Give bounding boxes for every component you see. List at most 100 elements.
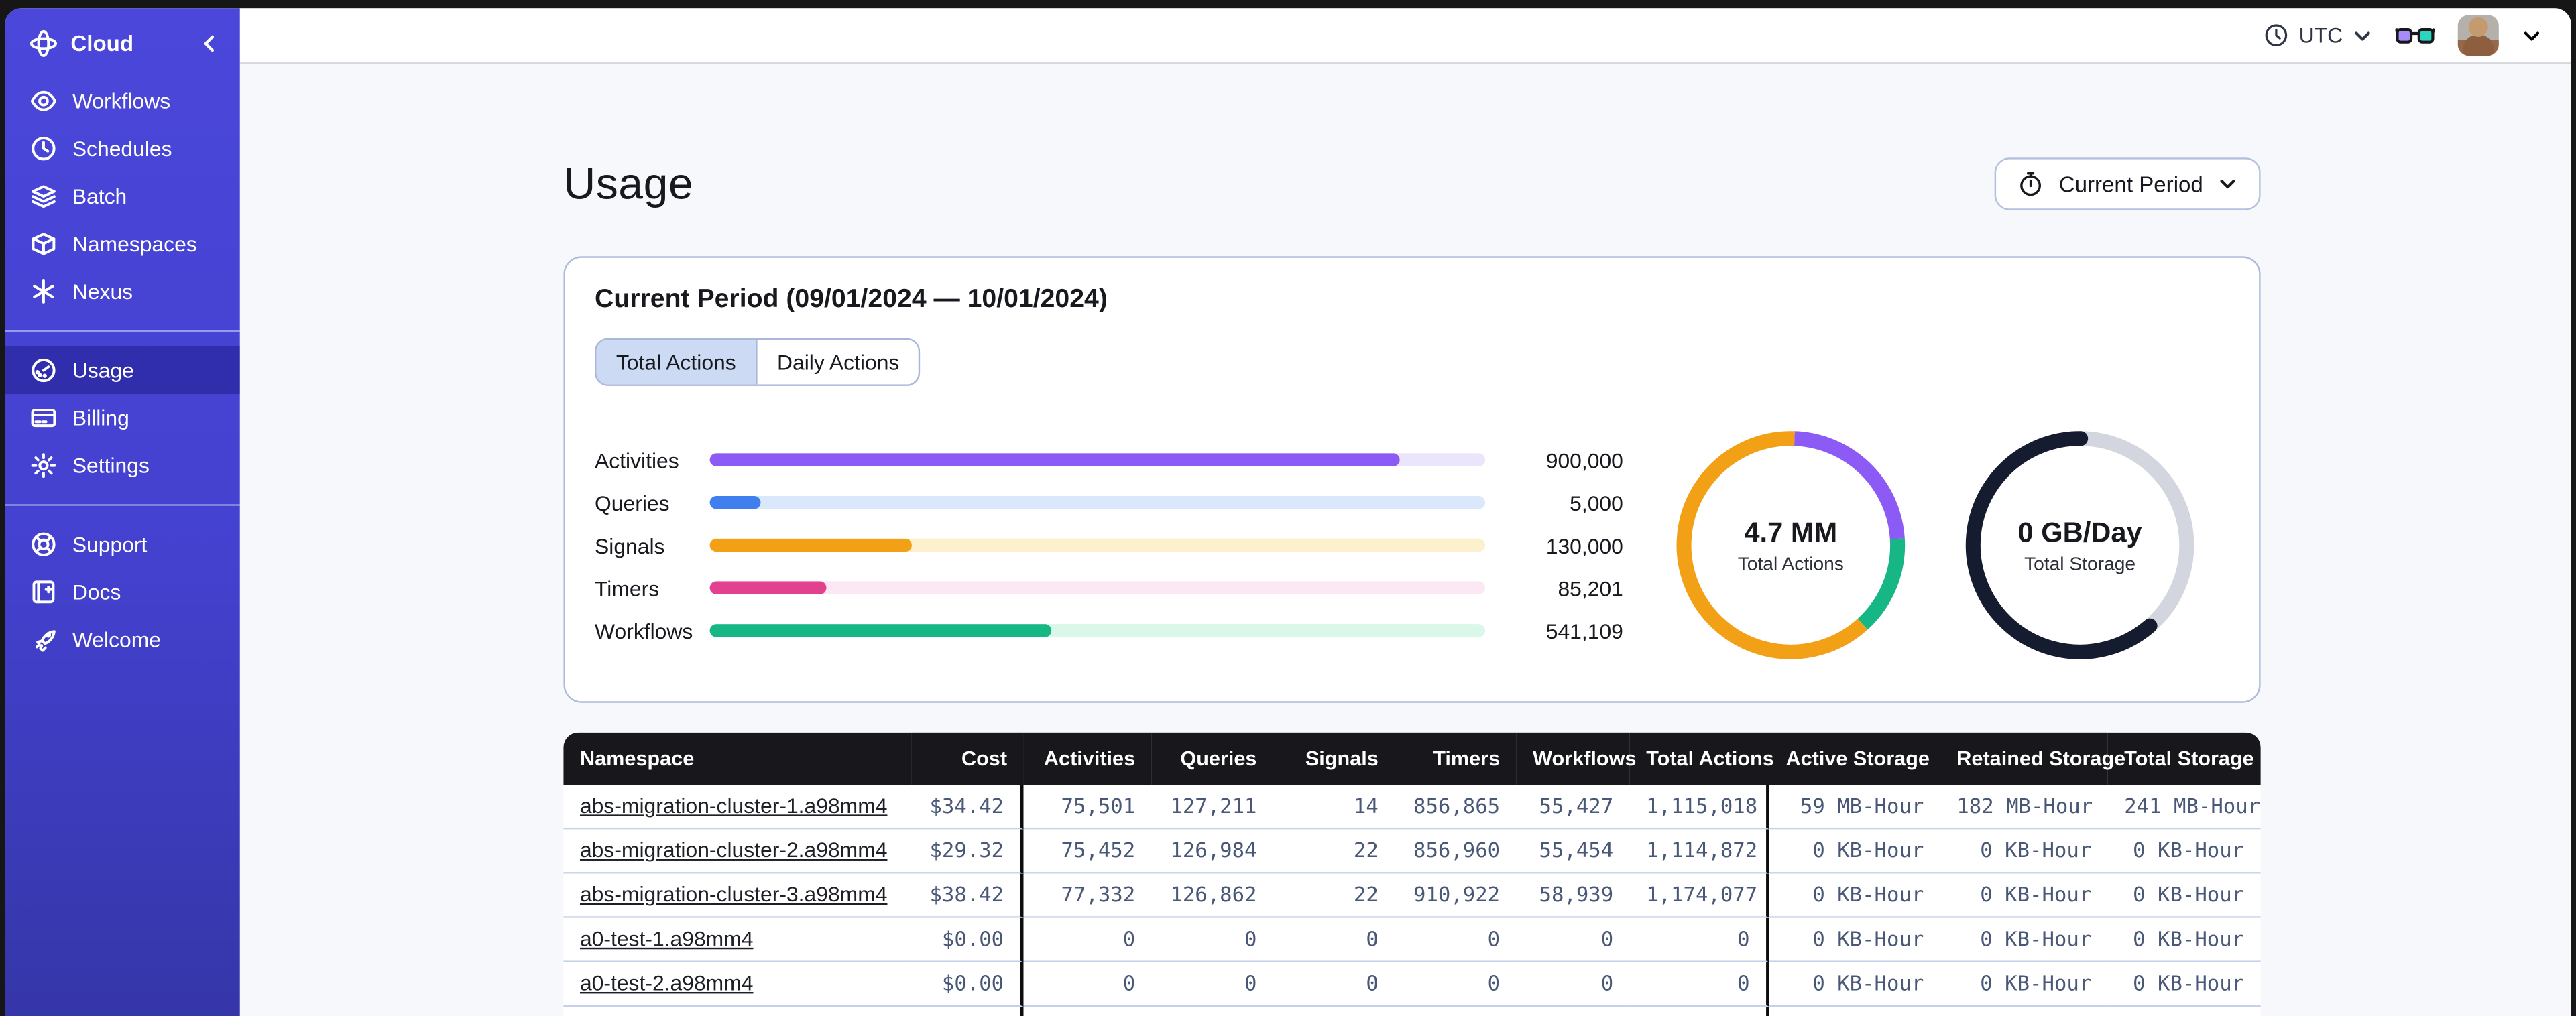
chevron-down-icon: [2353, 25, 2372, 45]
cell-cost: $0.00: [911, 917, 1024, 962]
column-header-activities: Activities: [1023, 732, 1152, 785]
sidebar-item-usage[interactable]: Usage: [5, 346, 240, 395]
avatar[interactable]: [2457, 15, 2499, 56]
sidebar-item-batch[interactable]: Batch: [5, 172, 239, 220]
rocket-icon: [30, 626, 58, 654]
bar-row-signals: Signals 130,000: [595, 524, 1623, 567]
cell-active-storage: 59 MB-Hour: [1769, 785, 1940, 830]
sidebar-divider: [5, 504, 240, 506]
table-row: bk-worker-test.a98mm4$0.000000110 KB-Hou…: [563, 1007, 2261, 1016]
gear-icon: [30, 452, 58, 480]
cell-active-storage: 0 KB-Hour: [1769, 829, 1940, 874]
total-actions-donut: 4.7 MM Total Actions: [1667, 422, 1914, 669]
cell-queries: 126,984: [1151, 829, 1273, 874]
sidebar-item-label: Usage: [72, 358, 134, 383]
bar-label: Signals: [595, 533, 665, 558]
cell-retained-storage: 0 KB-Hour: [1940, 962, 2108, 1007]
cell-signals: 22: [1273, 829, 1395, 874]
cell-workflows: 1: [1516, 1007, 1630, 1016]
bar-row-workflows: Workflows 541,109: [595, 609, 1623, 652]
sidebar: Cloud Workflows Schedules Batch Namespaces N…: [5, 8, 240, 1016]
stopwatch-icon: [2017, 171, 2044, 197]
sidebar-item-workflows[interactable]: Workflows: [5, 77, 239, 125]
bar-value: 130,000: [1545, 533, 1623, 558]
sidebar-brand: Cloud: [5, 8, 239, 67]
bar-row-activities: Activities 900,000: [595, 438, 1623, 481]
sidebar-collapse-button[interactable]: [196, 29, 224, 58]
feedback-glasses-button[interactable]: [2395, 23, 2435, 48]
cell-queries: 0: [1151, 962, 1273, 1007]
sidebar-item-welcome[interactable]: Welcome: [5, 616, 239, 663]
cell-retained-storage: 0 KB-Hour: [1940, 829, 2108, 874]
cell-activities: 77,332: [1023, 873, 1152, 918]
bar-track: [709, 495, 1486, 509]
cell-workflows: 58,939: [1516, 873, 1630, 918]
app-window: Cloud Workflows Schedules Batch Namespaces N…: [5, 8, 2571, 1016]
column-header-workflows: Workflows: [1516, 732, 1636, 785]
account-menu-chevron[interactable]: [2522, 25, 2541, 45]
namespace-link[interactable]: abs-migration-cluster-2.a98mm4: [580, 838, 888, 863]
table-row: abs-migration-cluster-3.a98mm4 $38.42 77,3…: [563, 873, 2261, 918]
namespace-link[interactable]: a0-test-2.a98mm4: [580, 970, 754, 995]
cell-timers: 0: [1395, 917, 1517, 962]
cell-cost: $34.42: [911, 785, 1024, 830]
period-dropdown-button[interactable]: Current Period: [1995, 157, 2261, 210]
column-header-total-storage: Total Storage: [2107, 732, 2261, 785]
actions-bar-chart: Activities 900,000 Queries 5,000 Signals 130,…: [595, 438, 1623, 652]
bar-fill: [709, 624, 1051, 637]
cell-activities: 0: [1023, 917, 1152, 962]
namespace-link[interactable]: abs-migration-cluster-1.a98mm4: [580, 793, 888, 818]
brand-label: Cloud: [70, 31, 134, 56]
tab-daily-actions[interactable]: Daily Actions: [756, 340, 919, 385]
current-period-card: Current Period (09/01/2024 — 10/01/2024)…: [563, 256, 2261, 703]
namespace-link[interactable]: a0-test-1.a98mm4: [580, 926, 754, 951]
cell-active-storage: 0 KB-Hour: [1769, 873, 1940, 918]
sidebar-item-billing[interactable]: Billing: [5, 394, 239, 442]
namespace-usage-table: Namespace Cost Activities Queries Signals Tim…: [563, 732, 2261, 1016]
cell-total-actions: 1,115,018: [1629, 785, 1769, 830]
timezone-selector[interactable]: UTC: [2264, 23, 2372, 48]
bar-track: [709, 453, 1486, 466]
cell-queries: 127,211: [1151, 785, 1273, 830]
sidebar-item-label: Workflows: [72, 88, 171, 114]
cell-timers: 0: [1395, 962, 1517, 1007]
sidebar-item-namespaces[interactable]: Namespaces: [5, 220, 239, 267]
column-header-total-actions: Total Actions: [1629, 732, 1774, 785]
bar-track: [709, 538, 1486, 552]
donut-center-value: 4.7 MM: [1744, 516, 1838, 548]
sidebar-nav: Workflows Schedules Batch Namespaces Nexus Us…: [5, 67, 240, 663]
life-buoy-icon: [30, 530, 58, 558]
namespace-link[interactable]: abs-migration-cluster-3.a98mm4: [580, 882, 888, 907]
layers-icon: [30, 182, 58, 210]
sidebar-item-schedules[interactable]: Schedules: [5, 125, 239, 172]
sidebar-item-nexus[interactable]: Nexus: [5, 267, 239, 315]
table-row: a0-test-1.a98mm4 $0.00 0 0 0 0 0 0 0 KB-Hour 0 KB…: [563, 917, 2261, 962]
cell-signals: 0: [1273, 1007, 1395, 1016]
sidebar-item-docs[interactable]: Docs: [5, 568, 239, 616]
main-column: UTC Usage Current Period Current Period …: [239, 8, 2571, 1016]
cell-active-storage: 0 KB-Hour: [1769, 917, 1940, 962]
cell-signals: 0: [1273, 917, 1395, 962]
cell-total-actions: 1,114,872: [1629, 829, 1769, 874]
bar-value: 85,201: [1558, 575, 1623, 600]
sidebar-item-label: Support: [72, 531, 148, 557]
sidebar-item-settings[interactable]: Settings: [5, 442, 239, 489]
sidebar-divider: [5, 330, 240, 332]
bar-value: 900,000: [1545, 447, 1623, 472]
temporal-logo-icon: [30, 29, 58, 58]
cell-cost: $0.00: [911, 962, 1024, 1007]
cube-icon: [30, 230, 58, 258]
column-header-retained-storage: Retained Storage: [1940, 732, 2125, 785]
sidebar-item-label: Batch: [72, 184, 127, 209]
cell-workflows: 0: [1516, 962, 1630, 1007]
tab-total-actions[interactable]: Total Actions: [596, 340, 756, 385]
table-row: abs-migration-cluster-1.a98mm4 $34.42 75,5…: [563, 785, 2261, 830]
column-header-timers: Timers: [1395, 732, 1517, 785]
sidebar-item-label: Schedules: [72, 136, 172, 162]
donut-center-value: 0 GB/Day: [2017, 516, 2142, 548]
column-header-namespace: Namespace: [563, 732, 912, 785]
sidebar-item-support[interactable]: Support: [5, 521, 239, 568]
bar-track: [709, 581, 1486, 595]
cell-activities: 75,452: [1023, 829, 1152, 874]
chevron-down-icon: [2218, 174, 2237, 194]
